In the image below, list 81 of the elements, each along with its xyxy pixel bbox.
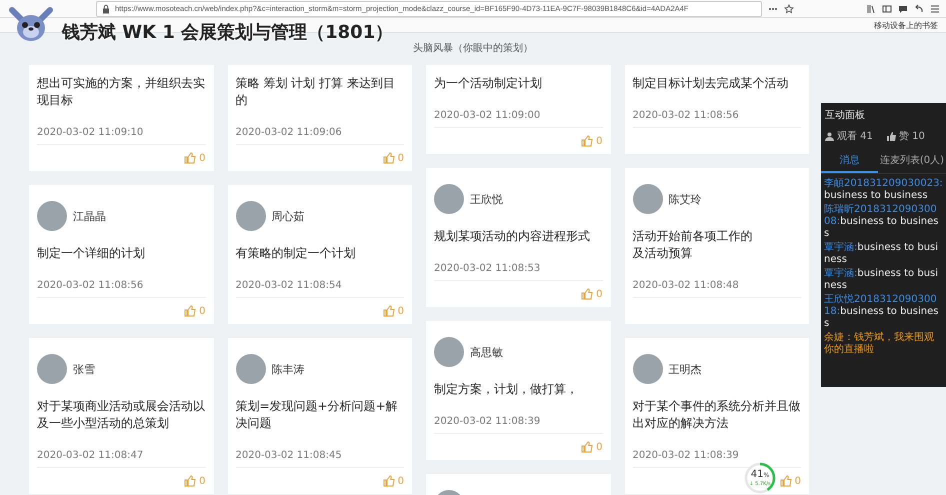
idea-text: 对于某个事件的系统分析并且做出对应的解决方法: [632, 398, 801, 432]
chat-icon[interactable]: [898, 4, 908, 14]
avatar: [236, 354, 266, 384]
like-count: 0: [596, 442, 602, 452]
like-count: 0: [398, 152, 404, 164]
idea-text: 规划某项活动的内容进程形式: [434, 228, 591, 245]
idea-text: 制定一个详细的计划: [37, 245, 146, 262]
idea-text: 制定目标计划去完成某个活动: [632, 75, 790, 92]
lock-icon: [101, 4, 111, 14]
timestamp: 2020-03-02 11:09:06: [236, 127, 404, 145]
author-name: 周心茹: [272, 208, 304, 224]
avatar: [434, 184, 464, 214]
avatar: [236, 201, 266, 231]
idea-text: 策划=发现问题+分析问题+解决问题: [236, 398, 399, 432]
panel-title: 互动面板: [824, 108, 866, 123]
panel-tab[interactable]: 消息: [821, 149, 878, 173]
thumbs-up-icon[interactable]: [184, 152, 196, 164]
like-count: 0: [199, 306, 206, 316]
thumbs-up-icon[interactable]: [382, 475, 395, 487]
library-icon[interactable]: [866, 4, 876, 14]
thumbs-up-icon[interactable]: [780, 475, 792, 487]
avatar: [632, 184, 662, 214]
timestamp: 2020-03-02 11:08:56: [37, 280, 206, 298]
idea-text: 策略 筹划 计划 打算 来达到目的: [236, 75, 396, 109]
page-title: 头脑风暴（你眼中的策划）: [412, 42, 534, 55]
like-count: 0: [596, 288, 602, 300]
viewer-count: 观看 41: [825, 129, 873, 143]
avatar: [37, 201, 67, 231]
thumbs-up-icon[interactable]: [581, 135, 594, 147]
timestamp: 2020-03-02 11:08:56: [632, 110, 801, 128]
author-name: 陈丰涛: [272, 362, 304, 376]
idea-text: 及活动预算: [632, 245, 694, 262]
timestamp: 2020-03-02 11:08:53: [434, 263, 602, 281]
chat-message: 余婕：钱芳斌，我来围观你的直播啦: [824, 332, 935, 356]
author-name: 高思敏: [470, 344, 503, 360]
author-name: 陈艾玲: [668, 192, 702, 206]
stream-title: 钱芳斌 WK 1 会展策划与管理（1801）: [62, 21, 394, 44]
like-count: 0: [794, 476, 801, 486]
panel-tab[interactable]: 连麦列表(0人): [878, 149, 946, 173]
like-total: 赞 10: [886, 129, 925, 143]
thumbs-up-icon[interactable]: [184, 305, 196, 317]
idea-text: 有策略的制定一个计划: [236, 245, 356, 262]
author-name: 王欣悦: [470, 192, 503, 206]
author-name: 王明杰: [668, 362, 702, 376]
like-count: 0: [398, 306, 404, 316]
timestamp: 2020-03-02 11:08:47: [37, 450, 206, 468]
thumbs-up-icon[interactable]: [184, 475, 196, 487]
author-name: 张雪: [73, 362, 95, 376]
timestamp: 2020-03-02 11:08:39: [434, 416, 602, 434]
chat-message: 覃宇涵:business to business: [824, 268, 940, 292]
bookmark-link[interactable]: 移动设备上的书签: [874, 20, 938, 30]
sidebar-icon[interactable]: [882, 4, 892, 14]
person-icon: [825, 132, 834, 140]
idea-text: 对于某项商业活动或展会活动以及一些小型活动的总策划: [37, 398, 206, 432]
idea-text: 为一个活动制定计划: [434, 75, 543, 92]
like-count: 0: [596, 136, 602, 146]
thumbs-up-icon[interactable]: [382, 305, 395, 317]
timestamp: 2020-03-02 11:08:54: [236, 280, 404, 298]
timestamp: 2020-03-02 11:08:45: [236, 450, 404, 468]
like-count: 0: [199, 152, 206, 164]
like-count: 0: [398, 476, 404, 486]
avatar: [37, 354, 67, 384]
menu-icon[interactable]: [930, 4, 940, 14]
back-icon[interactable]: [914, 4, 924, 14]
idea-text: 制定方案，计划，做打算，: [434, 381, 579, 398]
like-count: 0: [199, 476, 206, 486]
author-name: 江晶晶: [73, 208, 106, 224]
thumbs-up-icon[interactable]: [382, 152, 395, 164]
chat-message: 李頔201831209030023: business to business: [824, 178, 943, 202]
star-icon[interactable]: [784, 4, 794, 14]
timestamp: 2020-03-02 11:09:00: [434, 110, 602, 128]
timestamp: 2020-03-02 11:08:48: [632, 280, 801, 298]
thumbs-up-icon[interactable]: [581, 288, 594, 300]
timestamp: 2020-03-02 11:09:10: [37, 127, 206, 145]
thumbs-up-icon[interactable]: [581, 441, 594, 453]
chat-message: 王欣悦201831209030018:business to business: [824, 294, 940, 330]
avatar: [632, 354, 662, 384]
idea-text: 活动开始前各项工作的: [632, 228, 754, 245]
idea-text: 想出可实施的方案，并组织去实现目标: [37, 75, 206, 109]
thumbs-up-icon: [886, 132, 896, 140]
avatar: [434, 337, 464, 367]
